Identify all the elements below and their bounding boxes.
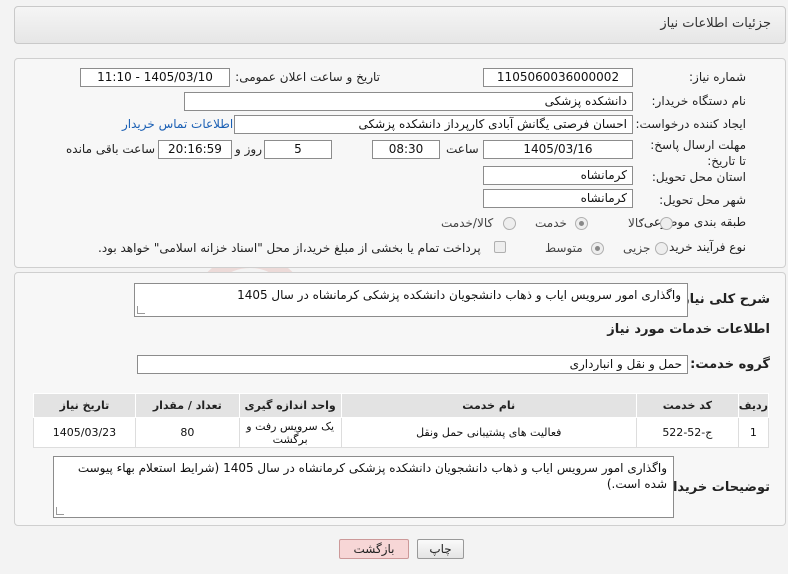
process-medium-label: متوسط bbox=[545, 241, 583, 255]
table-header-row: ردیف کد خدمت نام خدمت واحد اندازه گیری ت… bbox=[33, 393, 770, 418]
category-goods-service-radio[interactable] bbox=[503, 217, 516, 230]
treasury-payment-note: پرداخت تمام یا بخشی از مبلغ خرید،از محل … bbox=[98, 241, 481, 255]
buyer-notes-text: واگذاری امور سرویس ایاب و ذهاب دانشجویان… bbox=[77, 461, 667, 491]
buyer-notes-label: توضیحات خریدار: bbox=[660, 480, 770, 495]
treasury-payment-checkbox[interactable] bbox=[494, 241, 506, 253]
deadline-time-label: ساعت bbox=[446, 142, 479, 156]
category-goods-service-label: کالا/خدمت bbox=[441, 216, 494, 230]
creator-field: احسان فرصتی یگانش آبادی کارپرداز دانشکده… bbox=[234, 115, 633, 134]
remaining-days-label: روز و bbox=[235, 142, 262, 156]
summary-label: شرح کلی نیاز: bbox=[676, 292, 770, 307]
need-number-label: شماره نیاز: bbox=[689, 70, 746, 84]
province-label: استان محل تحویل: bbox=[651, 170, 746, 184]
process-minor-radio[interactable] bbox=[655, 242, 668, 255]
col-quantity-header: تعداد / مقدار bbox=[134, 393, 240, 418]
unit-cell: یک سرویس رفت و برگشت bbox=[238, 417, 342, 448]
remaining-time-label: ساعت باقی مانده bbox=[66, 142, 156, 156]
resize-handle-icon[interactable] bbox=[137, 306, 145, 314]
category-service-label: خدمت bbox=[535, 216, 567, 230]
remaining-time-field: 20:16:59 bbox=[158, 140, 232, 159]
service-code-cell: ج-52-522 bbox=[635, 417, 739, 448]
back-button[interactable]: بازگشت bbox=[339, 539, 409, 559]
page-title: جزئیات اطلاعات نیاز bbox=[660, 16, 771, 31]
deadline-label: مهلت ارسال پاسخ: تا تاریخ: bbox=[650, 138, 746, 168]
summary-textarea: واگذاری امور سرویس ایاب و ذهاب دانشجویان… bbox=[134, 283, 688, 317]
process-minor-label: جزیی bbox=[623, 241, 651, 255]
col-code-header: کد خدمت bbox=[635, 393, 739, 418]
category-label: طبقه بندی موضوعی: bbox=[639, 215, 746, 229]
need-number-field: 1105060036000002 bbox=[483, 68, 633, 87]
service-group-field: حمل و نقل و انبارداری bbox=[137, 355, 688, 374]
print-button[interactable]: چاپ bbox=[417, 539, 464, 559]
city-field: کرمانشاه bbox=[483, 189, 633, 208]
service-group-label: گروه خدمت: bbox=[690, 357, 770, 372]
services-table: ردیف کد خدمت نام خدمت واحد اندازه گیری ت… bbox=[33, 393, 770, 448]
page-header: جزئیات اطلاعات نیاز bbox=[14, 6, 786, 44]
col-unit-header: واحد اندازه گیری bbox=[238, 393, 342, 418]
announce-datetime-label: تاریخ و ساعت اعلان عمومی: bbox=[235, 70, 380, 84]
table-row: 1 ج-52-522 فعالیت های پشتیبانی حمل ونقل … bbox=[33, 417, 770, 448]
buyer-notes-textarea: واگذاری امور سرویس ایاب و ذهاب دانشجویان… bbox=[53, 456, 674, 518]
creator-label: ایجاد کننده درخواست: bbox=[635, 117, 746, 131]
quantity-cell: 80 bbox=[134, 417, 240, 448]
deadline-time-field: 08:30 bbox=[372, 140, 440, 159]
deadline-date-field: 1405/03/16 bbox=[483, 140, 633, 159]
category-service-radio[interactable] bbox=[575, 217, 588, 230]
col-row-header: ردیف bbox=[737, 393, 770, 418]
category-goods-radio[interactable] bbox=[660, 217, 673, 230]
col-name-header: نام خدمت bbox=[340, 393, 637, 418]
process-medium-radio[interactable] bbox=[591, 242, 604, 255]
need-date-cell: 1405/03/23 bbox=[33, 417, 136, 448]
services-title: اطلاعات خدمات مورد نیاز bbox=[607, 322, 770, 337]
buyer-org-field: دانشکده پزشکی bbox=[184, 92, 633, 111]
service-name-cell: فعالیت های پشتیبانی حمل ونقل bbox=[340, 417, 637, 448]
process-type-label: نوع فرآیند خرید : bbox=[661, 240, 746, 254]
resize-handle-icon[interactable] bbox=[56, 507, 64, 515]
row-number-cell: 1 bbox=[737, 417, 770, 448]
remaining-days-field: 5 bbox=[264, 140, 332, 159]
announce-datetime-field: 1405/03/10 - 11:10 bbox=[80, 68, 230, 87]
province-field: کرمانشاه bbox=[483, 166, 633, 185]
category-goods-label: کالا bbox=[628, 216, 645, 230]
buyer-contact-link[interactable]: اطلاعات تماس خریدار bbox=[122, 117, 233, 131]
col-date-header: تاریخ نیاز bbox=[33, 393, 136, 418]
summary-text: واگذاری امور سرویس ایاب و ذهاب دانشجویان… bbox=[237, 288, 681, 302]
city-label: شهر محل تحویل: bbox=[659, 193, 746, 207]
buyer-org-label: نام دستگاه خریدار: bbox=[651, 94, 747, 108]
